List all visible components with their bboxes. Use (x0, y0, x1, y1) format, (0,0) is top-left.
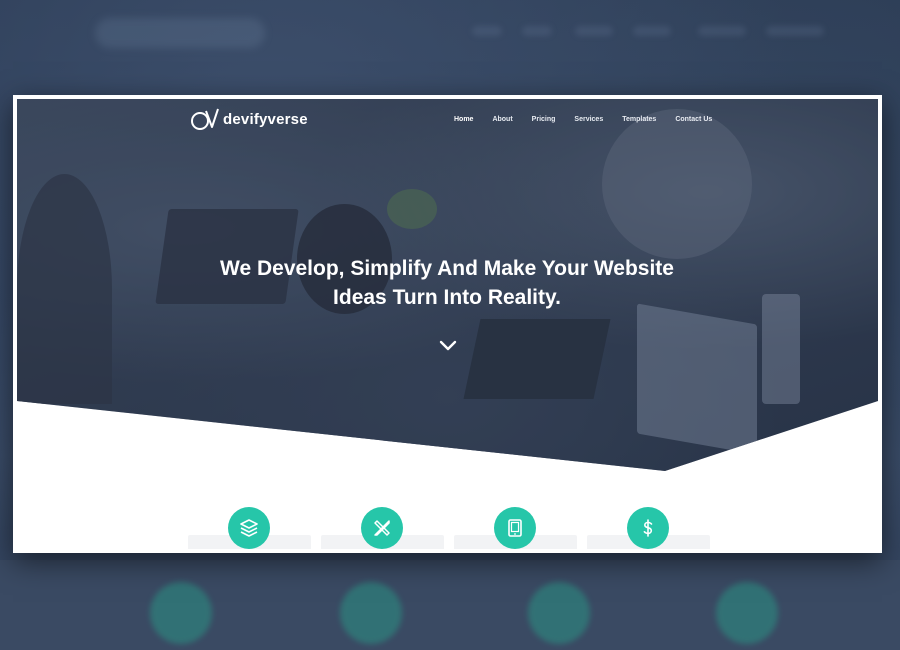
feature-icon-circle (627, 507, 669, 549)
blurred-feature-circle (340, 582, 402, 644)
feature-icon-circle (361, 507, 403, 549)
tools-icon (374, 520, 390, 536)
blurred-logo (95, 18, 265, 48)
features-row (188, 507, 718, 549)
nav-home[interactable]: Home (454, 116, 473, 123)
tablet-icon (508, 519, 522, 537)
top-navigation: devifyverse Home About Pricing Services … (17, 99, 878, 139)
nav-services[interactable]: Services (574, 116, 603, 123)
main-nav: Home About Pricing Services Templates Co… (454, 116, 731, 123)
dollar-icon (643, 519, 653, 537)
chevron-down-icon[interactable] (439, 339, 457, 353)
nav-templates[interactable]: Templates (622, 116, 656, 123)
blurred-nav-item (698, 26, 746, 36)
feature-icon-circle (494, 507, 536, 549)
nav-about[interactable]: About (492, 116, 512, 123)
hero-headline-line-1: We Develop, Simplify And Make Your Websi… (220, 257, 674, 280)
hero-headline: We Develop, Simplify And Make Your Websi… (137, 254, 757, 312)
hero-photo-detail (387, 189, 437, 229)
hero-photo-detail (637, 303, 757, 455)
layers-icon (240, 519, 258, 537)
hero-photo-detail (17, 174, 112, 404)
blurred-nav-item (522, 26, 552, 36)
blurred-nav-item (766, 26, 824, 36)
hero-headline-line-2: Ideas Turn Into Reality. (333, 286, 561, 309)
nav-pricing[interactable]: Pricing (532, 116, 556, 123)
blurred-feature-circle (528, 582, 590, 644)
brand-name: devifyverse (223, 110, 308, 128)
blurred-nav-item (633, 26, 671, 36)
hero-photo-detail (762, 294, 800, 404)
brand-logo[interactable]: devifyverse (190, 107, 308, 131)
website-preview: devifyverse Home About Pricing Services … (13, 95, 882, 553)
nav-contact-us[interactable]: Contact Us (675, 116, 712, 123)
blurred-nav-item (472, 26, 502, 36)
blurred-nav-item (575, 26, 613, 36)
logo-mark-icon (191, 108, 219, 130)
feature-icon-circle (228, 507, 270, 549)
blurred-feature-circle (150, 582, 212, 644)
blurred-feature-circle (716, 582, 778, 644)
hero-photo-detail (463, 319, 611, 399)
